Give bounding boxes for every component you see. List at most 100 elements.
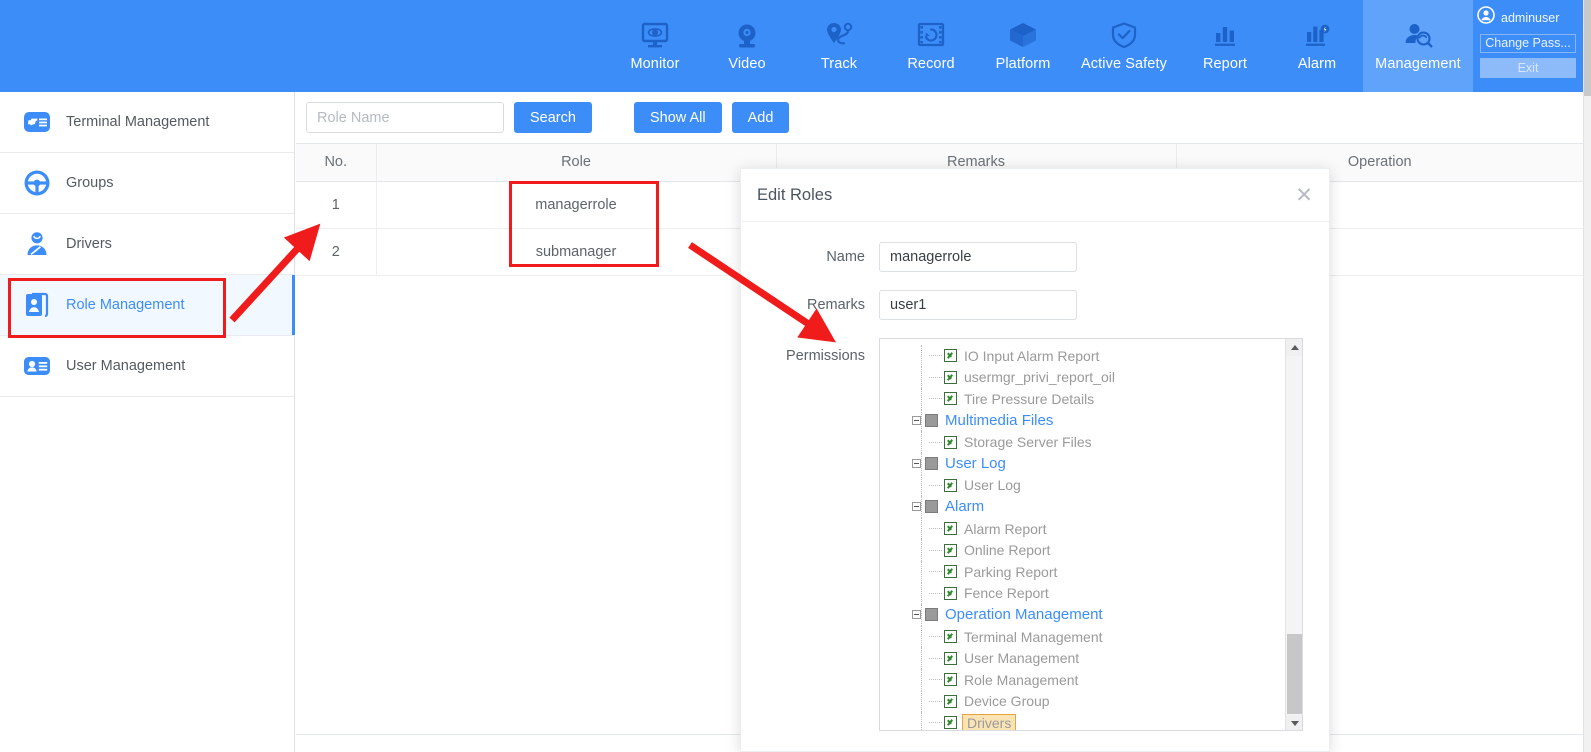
show-all-button[interactable]: Show All xyxy=(633,102,722,133)
tree-guide-line xyxy=(921,496,922,518)
permissions-scrollbar-thumb[interactable] xyxy=(1287,634,1302,714)
tree-checkbox[interactable] xyxy=(944,694,957,708)
nav-item-video[interactable]: Video xyxy=(701,0,793,92)
sidebar-item-label: Groups xyxy=(66,175,114,191)
nav-item-label: Active Safety xyxy=(1081,55,1167,72)
tree-collapse-icon[interactable] xyxy=(912,610,921,620)
sidebar-item-terminal-management[interactable]: Terminal Management xyxy=(0,92,294,153)
tree-leaf-node[interactable]: usermgr_privi_report_oil xyxy=(906,366,1286,389)
tree-guide-line xyxy=(921,668,922,691)
tree-checkbox[interactable] xyxy=(944,651,957,665)
scroll-down-arrow-icon[interactable] xyxy=(1286,715,1302,730)
role-book-icon xyxy=(22,290,52,320)
tree-collapse-icon[interactable] xyxy=(912,459,921,469)
tree-leaf-node[interactable]: Tire Pressure Details xyxy=(906,388,1286,410)
sidebar-item-user-management[interactable]: User Management xyxy=(0,336,294,397)
user-search-icon xyxy=(1402,21,1434,51)
tree-leaf-node[interactable]: Fence Report xyxy=(906,582,1286,605)
tree-node-label: Alarm xyxy=(945,498,985,516)
tree-guide-line xyxy=(921,474,922,497)
monitor-icon xyxy=(639,21,671,51)
tree-leaf-node[interactable]: Alarm Report xyxy=(906,517,1286,540)
name-input[interactable] xyxy=(879,242,1077,272)
tree-partial-checkbox[interactable] xyxy=(925,500,938,514)
tree-partial-checkbox[interactable] xyxy=(925,414,938,428)
steering-wheel-icon xyxy=(22,168,52,198)
remarks-input[interactable] xyxy=(879,290,1077,320)
tree-leaf-node[interactable]: User Management xyxy=(906,647,1286,669)
tree-guide-line xyxy=(921,690,922,713)
permissions-tree[interactable]: IO Input Alarm Report usermgr_privi_repor… xyxy=(880,339,1286,730)
user-card-icon xyxy=(22,351,52,381)
sidebar-item-drivers[interactable]: Drivers xyxy=(0,214,294,275)
dialog-header: Edit Roles ✕ xyxy=(741,169,1329,222)
tree-parent-node[interactable]: Multimedia Files xyxy=(906,409,1286,432)
tree-checkbox[interactable] xyxy=(944,392,957,406)
tree-connector-line xyxy=(929,592,942,594)
tree-guide-line xyxy=(921,647,922,669)
exit-button[interactable]: Exit xyxy=(1480,58,1576,78)
nav-item-record[interactable]: Record xyxy=(885,0,977,92)
nav-item-active-safety[interactable]: Active Safety xyxy=(1069,0,1179,92)
tree-leaf-node[interactable]: User Log xyxy=(906,474,1286,497)
tree-partial-checkbox[interactable] xyxy=(925,608,938,622)
track-pin-icon xyxy=(823,21,855,51)
tree-parent-node[interactable]: Alarm xyxy=(906,496,1286,518)
tree-connector-line xyxy=(929,657,942,659)
tree-checkbox[interactable] xyxy=(944,716,957,730)
nav-item-platform[interactable]: Platform xyxy=(977,0,1069,92)
tree-checkbox[interactable] xyxy=(944,370,957,384)
tree-checkbox[interactable] xyxy=(944,565,957,579)
nav-item-monitor[interactable]: Monitor xyxy=(609,0,701,92)
tree-node-label: Alarm Report xyxy=(964,520,1047,537)
nav-item-track[interactable]: Track xyxy=(793,0,885,92)
tree-leaf-node[interactable]: IO Input Alarm Report xyxy=(906,345,1286,367)
sidebar-item-role-management[interactable]: Role Management xyxy=(0,275,295,336)
tree-checkbox[interactable] xyxy=(944,673,957,687)
permissions-scrollbar[interactable] xyxy=(1285,339,1302,730)
nav-item-alarm[interactable]: Alarm xyxy=(1271,0,1363,92)
app-root: Monitor Video Track Record Platform Acti… xyxy=(0,0,1591,752)
nav-item-label: Report xyxy=(1202,55,1248,72)
tree-leaf-node[interactable]: Terminal Management xyxy=(906,625,1286,648)
nav-item-report[interactable]: Report xyxy=(1179,0,1271,92)
tree-leaf-node[interactable]: Drivers xyxy=(906,712,1286,730)
tree-checkbox[interactable] xyxy=(944,543,957,557)
tree-partial-checkbox[interactable] xyxy=(925,457,938,471)
change-password-button[interactable]: Change Pass... xyxy=(1480,34,1576,53)
tree-connector-line xyxy=(929,571,942,573)
tree-guide-line xyxy=(921,517,922,540)
tree-parent-node[interactable]: User Log xyxy=(906,452,1286,475)
column-header-no: No. xyxy=(296,144,377,182)
tree-leaf-node[interactable]: Parking Report xyxy=(906,560,1286,583)
tree-leaf-node[interactable]: Online Report xyxy=(906,539,1286,561)
scroll-up-arrow-icon[interactable] xyxy=(1286,339,1302,356)
nav-item-label: Alarm xyxy=(1297,55,1337,72)
close-icon[interactable]: ✕ xyxy=(1295,185,1313,206)
nav-item-label: Video xyxy=(728,55,766,72)
tree-leaf-node[interactable]: Role Management xyxy=(906,668,1286,691)
tree-checkbox[interactable] xyxy=(944,435,957,449)
top-navigation-bar: Monitor Video Track Record Platform Acti… xyxy=(0,0,1583,92)
tree-collapse-icon[interactable] xyxy=(912,502,921,512)
tree-checkbox[interactable] xyxy=(944,586,957,600)
add-button[interactable]: Add xyxy=(731,102,790,133)
sidebar-item-label: Terminal Management xyxy=(66,114,210,130)
tree-collapse-icon[interactable] xyxy=(912,416,921,426)
tree-leaf-node[interactable]: Device Group xyxy=(906,690,1286,713)
permissions-tree-box: IO Input Alarm Report usermgr_privi_repor… xyxy=(879,338,1303,731)
tree-checkbox[interactable] xyxy=(944,522,957,536)
search-button[interactable]: Search xyxy=(514,102,592,133)
sidebar-item-groups[interactable]: Groups xyxy=(0,153,294,214)
search-input[interactable] xyxy=(306,102,504,133)
nav-item-management[interactable]: Management xyxy=(1363,0,1473,92)
tree-checkbox[interactable] xyxy=(944,630,957,644)
tree-parent-node[interactable]: Operation Management xyxy=(906,604,1286,626)
nav-item-list: Monitor Video Track Record Platform Acti… xyxy=(609,0,1473,92)
tree-checkbox[interactable] xyxy=(944,478,957,492)
page-scrollbar-thumb[interactable] xyxy=(1584,0,1591,96)
tree-checkbox[interactable] xyxy=(944,349,957,363)
page-scrollbar[interactable] xyxy=(1583,0,1591,752)
tree-leaf-node[interactable]: Storage Server Files xyxy=(906,431,1286,453)
tree-guide-line xyxy=(921,604,922,626)
